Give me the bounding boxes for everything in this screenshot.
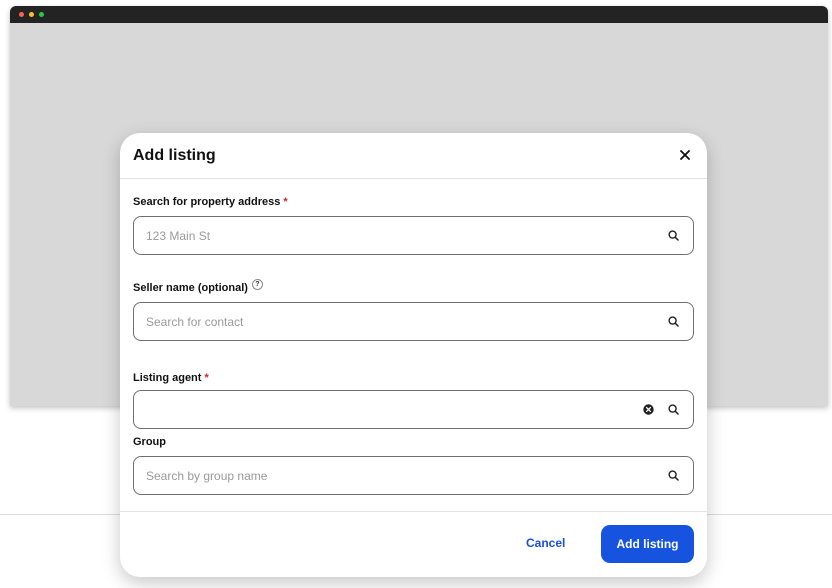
search-icon[interactable] bbox=[668, 316, 679, 327]
seller-label-text: Seller name (optional) bbox=[133, 282, 248, 294]
window-maximize-dot[interactable] bbox=[39, 12, 44, 17]
listing-agent-search-input[interactable] bbox=[133, 390, 694, 429]
help-icon[interactable]: ? bbox=[251, 279, 263, 290]
property-address-input[interactable] bbox=[146, 228, 668, 243]
window-minimize-dot[interactable] bbox=[29, 12, 34, 17]
group-label-text: Group bbox=[133, 436, 166, 448]
listing-agent-label: Listing agent * bbox=[133, 372, 209, 384]
close-button[interactable] bbox=[677, 147, 693, 163]
property-address-search-input[interactable] bbox=[133, 216, 694, 255]
listing-agent-label-text: Listing agent bbox=[133, 372, 202, 384]
window-close-dot[interactable] bbox=[19, 12, 24, 17]
add-listing-dialog: Add listing Search for property address … bbox=[120, 133, 707, 577]
search-icon[interactable] bbox=[668, 404, 679, 415]
group-search-input[interactable] bbox=[133, 456, 694, 495]
add-listing-button[interactable]: Add listing bbox=[601, 525, 694, 563]
close-icon bbox=[680, 150, 690, 160]
required-marker: * bbox=[283, 196, 288, 208]
cancel-button[interactable]: Cancel bbox=[526, 536, 565, 550]
dialog-header: Add listing bbox=[120, 133, 707, 179]
listing-agent-input[interactable] bbox=[146, 402, 643, 417]
address-label: Search for property address * bbox=[133, 196, 288, 208]
required-marker: * bbox=[204, 372, 209, 384]
seller-contact-input[interactable] bbox=[146, 314, 668, 329]
group-name-input[interactable] bbox=[146, 468, 668, 483]
search-icon[interactable] bbox=[668, 230, 679, 241]
window-titlebar bbox=[10, 6, 828, 23]
group-label: Group bbox=[133, 436, 166, 448]
address-label-text: Search for property address bbox=[133, 196, 281, 208]
seller-search-input[interactable] bbox=[133, 302, 694, 341]
clear-icon[interactable] bbox=[643, 404, 654, 415]
search-icon[interactable] bbox=[668, 470, 679, 481]
dialog-footer-divider bbox=[120, 511, 707, 512]
seller-label: Seller name (optional) ? bbox=[133, 279, 263, 294]
dialog-title: Add listing bbox=[133, 147, 216, 164]
